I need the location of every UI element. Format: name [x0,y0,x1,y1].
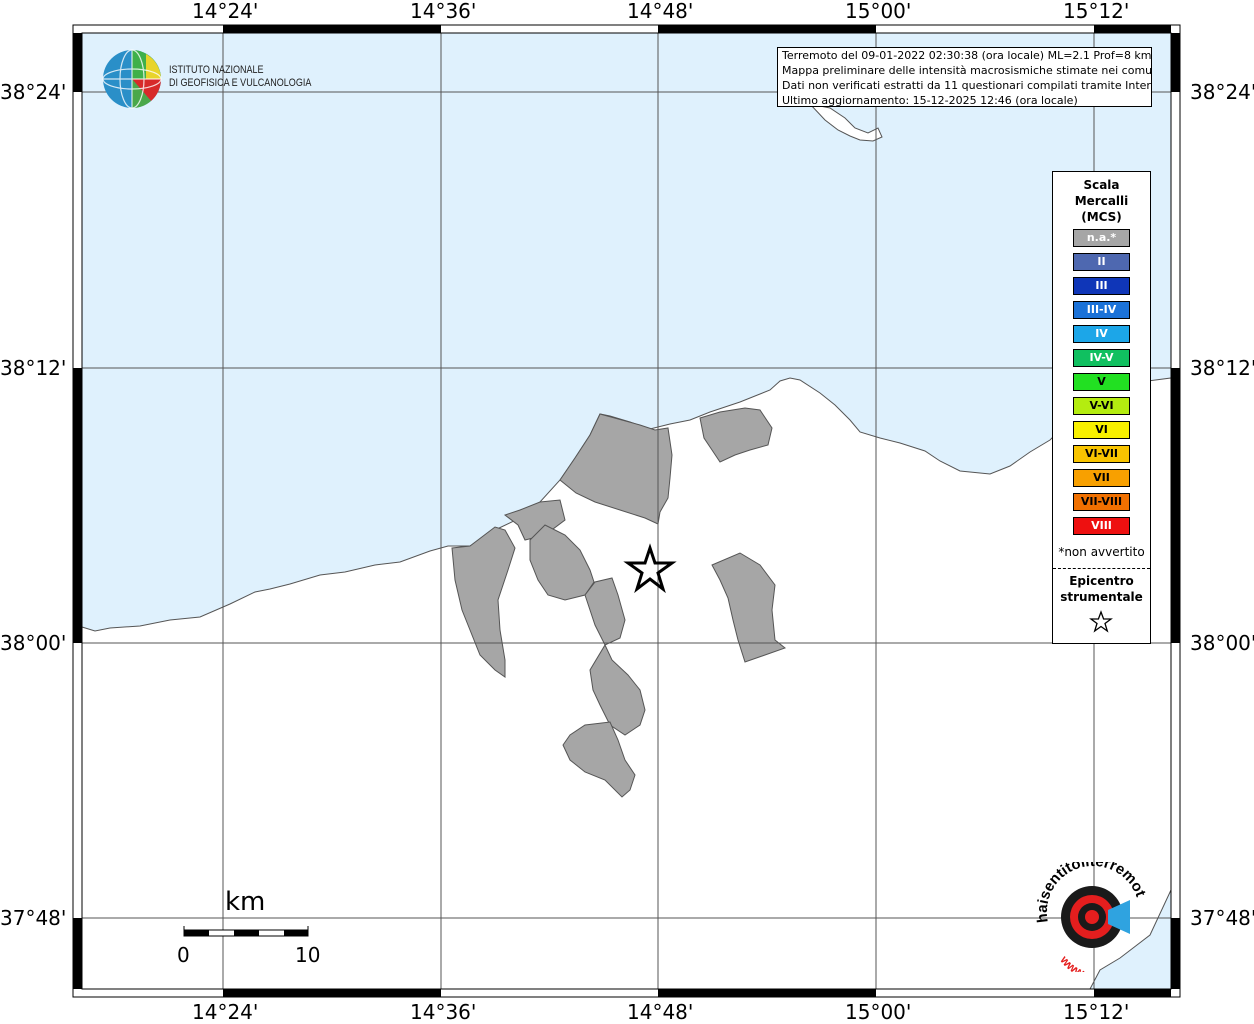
lat-label-right: 37°48' [1190,906,1254,930]
info-line: Terremoto del 09-01-2022 02:30:38 (ora l… [782,49,1152,62]
lat-label-right: 38°12' [1190,356,1254,380]
mcs-legend: Scala Mercalli (MCS) n.a.* II III III-IV… [1052,171,1151,644]
legend-title-line: Mercalli [1074,194,1129,208]
legend-item-vii-viii: VII-VIII [1073,493,1130,511]
lon-label-top: 14°48' [627,0,694,23]
scale-unit: km [225,887,266,917]
scale-start: 0 [177,943,190,967]
event-info-box: Terremoto del 09-01-2022 02:30:38 (ora l… [777,47,1152,107]
legend-item-iii-iv: III-IV [1073,301,1130,319]
watermark-url: www. [1057,952,1088,972]
ingv-globe-icon [102,49,162,109]
legend-item-ii: II [1073,253,1130,271]
lat-label-left: 38°24' [0,80,67,104]
lat-label-left: 38°00' [0,631,67,655]
legend-epicentro-line: strumentale [1060,590,1143,604]
legend-item-v-vi: V-VI [1073,397,1130,415]
legend-divider [1053,568,1150,569]
logo-line: ISTITUTO NAZIONALE [169,64,264,76]
legend-title: Scala Mercalli (MCS) [1053,177,1150,225]
lon-label-bottom: 14°24' [192,1000,259,1024]
lat-label-right: 38°00' [1190,631,1254,655]
lon-label-top: 14°24' [192,0,259,23]
logo-line: DI GEOFISICA E VULCANOLOGIA [169,77,312,89]
legend-star-icon [1089,610,1113,633]
legend-note: *non avvertito [1058,545,1145,559]
legend-item-iv-v: IV-V [1073,349,1130,367]
scale-end: 10 [295,943,321,967]
legend-title-line: Scala [1083,178,1120,192]
legend-items: n.a.* II III III-IV IV IV-V V V-VI VI VI… [1073,229,1130,541]
lat-label-right: 38°24' [1190,80,1254,104]
ingv-logo-text: ISTITUTO NAZIONALE DI GEOFISICA E VULCAN… [169,64,311,90]
hai-sentito-logo-icon: haisentitoilterremoto.it www. [1030,862,1149,972]
legend-epicentro: Epicentro strumentale [1053,573,1150,605]
info-line: Mappa preliminare delle intensità macros… [782,64,1152,77]
lon-label-top: 15°12' [1063,0,1130,23]
legend-title-line: (MCS) [1081,210,1122,224]
lat-label-left: 37°48' [0,906,67,930]
legend-item-viii: VIII [1073,517,1130,535]
legend-item-iv: IV [1073,325,1130,343]
legend-item-v: V [1073,373,1130,391]
legend-item-iii: III [1073,277,1130,295]
info-line: Ultimo aggiornamento: 15-12-2025 12:46 (… [782,94,1078,107]
legend-epicentro-line: Epicentro [1069,574,1134,588]
legend-item-na: n.a.* [1073,229,1130,247]
lon-label-bottom: 14°48' [627,1000,694,1024]
lon-label-bottom: 15°12' [1063,1000,1130,1024]
lon-label-top: 14°36' [410,0,477,23]
lon-label-bottom: 15°00' [845,1000,912,1024]
lat-label-left: 38°12' [0,356,67,380]
lon-label-bottom: 14°36' [410,1000,477,1024]
legend-item-vi-vii: VI-VII [1073,445,1130,463]
legend-item-vi: VI [1073,421,1130,439]
svg-text:www.: www. [1057,952,1088,972]
info-line: Dati non verificati estratti da 11 quest… [782,79,1152,92]
lon-label-top: 15°00' [845,0,912,23]
legend-item-vii: VII [1073,469,1130,487]
